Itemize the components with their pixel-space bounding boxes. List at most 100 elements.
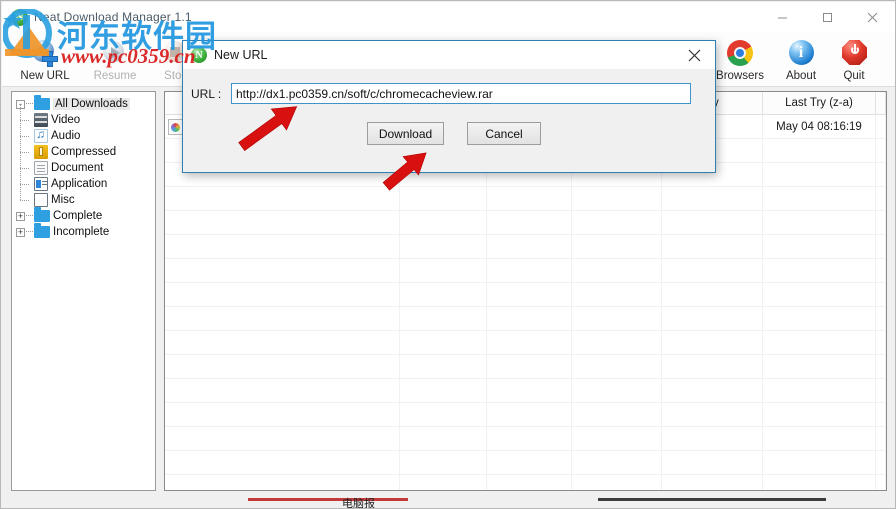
tree-connector <box>26 215 33 217</box>
table-cell-empty <box>165 403 400 426</box>
tree-item-video[interactable]: Video <box>16 104 155 128</box>
table-cell-empty <box>876 307 886 330</box>
table-cell-empty <box>572 187 662 210</box>
document-icon <box>34 161 48 175</box>
url-input[interactable] <box>231 83 691 104</box>
browsers-button[interactable]: Browsers <box>708 32 772 86</box>
tree-item-misc[interactable]: Misc <box>16 184 155 208</box>
table-cell-empty <box>572 259 662 282</box>
table-cell-empty <box>487 451 572 474</box>
table-cell-empty <box>165 187 400 210</box>
table-cell-empty <box>876 187 886 210</box>
table-cell-empty <box>763 187 876 210</box>
tree-item-label: Complete <box>53 210 103 222</box>
new-url-label: New URL <box>20 70 70 82</box>
resume-button[interactable]: Resume <box>82 32 148 86</box>
table-cell-empty <box>763 163 876 186</box>
video-icon <box>34 113 48 127</box>
table-cell-empty <box>400 475 487 490</box>
cancel-button[interactable]: Cancel <box>467 122 541 145</box>
expand-icon[interactable]: + <box>16 227 25 237</box>
url-label: URL : <box>191 87 222 101</box>
download-button[interactable]: Download <box>367 122 444 145</box>
table-cell-empty <box>165 307 400 330</box>
tree-connector <box>26 231 33 233</box>
folder-icon <box>34 95 50 110</box>
quit-button[interactable]: Quit <box>830 32 878 86</box>
tree-item-complete[interactable]: + Complete <box>16 207 155 224</box>
table-cell-empty <box>572 331 662 354</box>
table-cell-empty <box>165 355 400 378</box>
tree-item-label: Application <box>51 178 108 190</box>
table-cell-empty <box>662 259 763 282</box>
ndm-logo-icon: N <box>11 8 28 26</box>
table-cell-empty <box>763 235 876 258</box>
table-cell-empty <box>400 307 487 330</box>
table-cell-empty <box>662 403 763 426</box>
table-row-empty <box>165 475 886 490</box>
table-cell-empty <box>165 331 400 354</box>
table-cell-empty <box>662 187 763 210</box>
table-cell-empty <box>400 283 487 306</box>
tree-item-incomplete[interactable]: + Incomplete <box>16 223 155 240</box>
resume-icon <box>100 39 130 69</box>
table-cell-empty <box>487 403 572 426</box>
table-cell-empty <box>876 427 886 450</box>
table-cell-empty <box>400 451 487 474</box>
tree-item-all-downloads[interactable]: - All Downloads <box>16 95 155 112</box>
table-cell-empty <box>165 211 400 234</box>
window-controls <box>760 2 895 32</box>
tree-item-application[interactable]: Application <box>16 168 155 192</box>
table-cell-empty <box>400 355 487 378</box>
table-cell-empty <box>763 475 876 490</box>
table-row-empty <box>165 355 886 379</box>
expand-icon[interactable]: + <box>16 211 25 221</box>
column-header-last-try-z-a[interactable]: Last Try (z-a) <box>763 92 876 114</box>
table-cell-empty <box>487 307 572 330</box>
tree-item-document[interactable]: Document <box>16 152 155 176</box>
table-cell-empty <box>763 283 876 306</box>
table-cell-empty <box>572 211 662 234</box>
dialog-titlebar[interactable]: N New URL <box>183 41 715 69</box>
folder-icon <box>34 223 50 238</box>
column-header[interactable] <box>876 92 886 114</box>
table-cell-empty <box>763 355 876 378</box>
table-cell-empty <box>572 475 662 490</box>
titlebar[interactable]: N Neat Download Manager 1.1 <box>2 2 895 32</box>
table-cell-empty <box>487 283 572 306</box>
table-cell-empty <box>572 379 662 402</box>
minimize-icon[interactable] <box>760 2 805 32</box>
table-cell-empty <box>876 235 886 258</box>
dialog-close-icon[interactable] <box>677 41 711 69</box>
main-window: N Neat Download Manager 1.1 New URL Resu… <box>0 0 896 509</box>
browsers-label: Browsers <box>716 70 764 82</box>
table-cell-empty <box>487 355 572 378</box>
tree-item-compressed[interactable]: Compressed <box>16 136 155 160</box>
about-button[interactable]: i About <box>776 32 826 86</box>
table-cell-empty <box>400 211 487 234</box>
tree-item-audio[interactable]: Audio <box>16 120 155 144</box>
table-cell-empty <box>662 307 763 330</box>
maximize-icon[interactable] <box>805 2 850 32</box>
table-cell-empty <box>165 451 400 474</box>
new-url-button[interactable]: New URL <box>8 32 82 86</box>
table-cell-empty <box>662 451 763 474</box>
close-icon[interactable] <box>850 2 895 32</box>
misc-icon <box>34 193 48 207</box>
table-cell-empty <box>487 187 572 210</box>
table-cell-empty <box>876 379 886 402</box>
table-cell-empty <box>662 427 763 450</box>
table-row-empty <box>165 331 886 355</box>
table-cell-empty <box>763 427 876 450</box>
dialog-title: New URL <box>214 48 268 62</box>
table-cell-empty <box>572 283 662 306</box>
table-cell-empty <box>662 211 763 234</box>
table-cell-empty <box>662 379 763 402</box>
table-row-empty <box>165 427 886 451</box>
table-cell-empty <box>400 427 487 450</box>
table-cell-empty <box>487 427 572 450</box>
info-icon: i <box>786 39 816 69</box>
tree-item-label: Audio <box>51 130 81 142</box>
table-cell-empty <box>876 331 886 354</box>
category-tree[interactable]: -All Downloads Video Audio Compressed Docume… <box>11 91 156 491</box>
